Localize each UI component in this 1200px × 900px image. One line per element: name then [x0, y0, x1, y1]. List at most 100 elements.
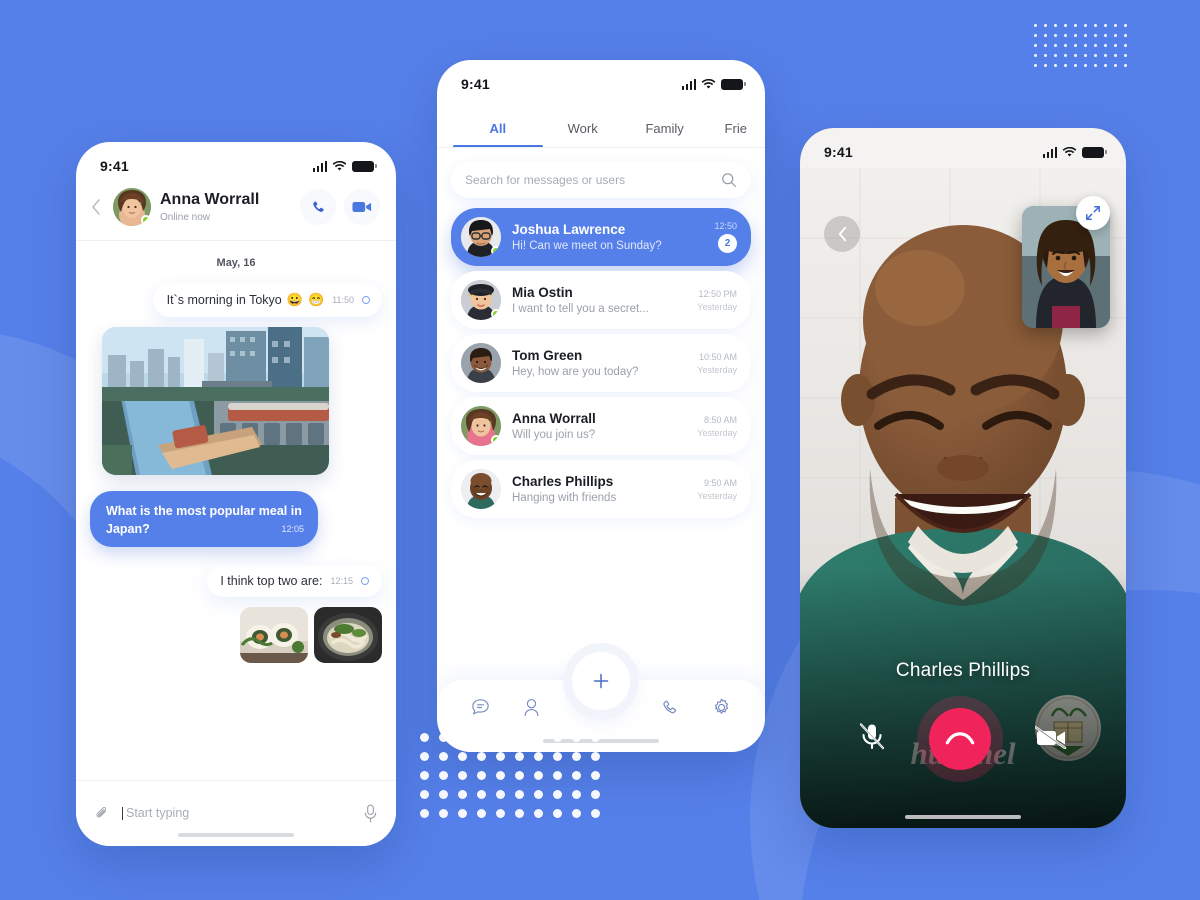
tab-all[interactable]: All [453, 121, 543, 147]
list-item-meta: 10:50 AM Yesterday [697, 352, 737, 375]
phone-chat-list: 9:41 All Work Family Frie Search for mes… [437, 60, 765, 752]
wifi-icon [1062, 146, 1077, 156]
decorative-dot [534, 752, 543, 761]
list-item[interactable]: Joshua Lawrence Hi! Can we meet on Sunda… [451, 208, 751, 266]
search-input[interactable]: Search for messages or users [465, 173, 721, 187]
list-item[interactable]: Mia Ostin I want to tell you a secret...… [451, 271, 751, 329]
message-photo-sushi[interactable] [240, 607, 308, 664]
decorative-dot [420, 752, 429, 761]
decorative-dot [515, 790, 524, 799]
message-text: I think top two are: [220, 574, 323, 589]
decorative-dot [1074, 64, 1077, 67]
avatar-tom [461, 343, 501, 383]
contact-name: Charles Phillips [512, 473, 614, 489]
message-photo-tokyo[interactable] [102, 327, 329, 475]
tab-settings[interactable] [711, 697, 732, 723]
decorative-dot [1034, 44, 1037, 47]
list-item-meta: 12:50 2 [714, 221, 737, 253]
paperclip-icon[interactable] [94, 806, 110, 822]
decorative-dot [1084, 54, 1087, 57]
timestamp: 9:50 AM [703, 477, 737, 488]
decorative-dot [1074, 34, 1077, 37]
decorative-dot [496, 733, 505, 742]
list-item[interactable]: Anna Worrall Will you join us? 8:50 AM Y… [451, 397, 751, 455]
video-off-button[interactable] [1034, 725, 1067, 754]
gear-icon [714, 698, 728, 714]
decorative-dot [572, 809, 581, 818]
tab-family[interactable]: Family [623, 121, 707, 147]
decorative-dot [1044, 44, 1047, 47]
sushi-rolls-image [240, 607, 308, 664]
decorative-dot [477, 809, 486, 818]
emoji-grinning-icon: 😀 [286, 292, 303, 307]
avatar [461, 343, 501, 383]
list-item[interactable]: Charles Phillips Hanging with friends 9:… [451, 460, 751, 518]
list-item[interactable]: Tom Green Hey, how are you today? 10:50 … [451, 334, 751, 392]
message-photo-udon[interactable] [314, 607, 382, 664]
back-button[interactable] [824, 216, 860, 252]
contact-name: Anna Worrall [512, 410, 596, 426]
video-camera-off-icon [1034, 725, 1067, 749]
decorative-dot [572, 733, 581, 742]
video-call-button[interactable] [344, 189, 380, 225]
decorative-dot [534, 809, 543, 818]
status-bar: 9:41 [437, 60, 765, 100]
decorative-dot [496, 771, 505, 780]
decorative-dot [1124, 24, 1127, 27]
decorative-dot [458, 809, 467, 818]
video-camera-icon [352, 202, 372, 212]
expand-button[interactable] [1076, 196, 1110, 230]
caller-name: Charles Phillips [895, 660, 1031, 681]
online-status-dot [491, 435, 501, 445]
battery-icon [352, 160, 377, 172]
new-chat-button[interactable] [572, 652, 630, 710]
message-preview: Hi! Can we meet on Sunday? [512, 240, 662, 253]
person-icon [524, 699, 539, 717]
microphone-muted-icon [859, 722, 885, 749]
tab-contacts[interactable] [522, 697, 541, 723]
day-label: Yesterday [697, 490, 737, 501]
contact-status: Online now [160, 211, 211, 223]
day-label: Yesterday [697, 301, 737, 312]
tab-work[interactable]: Work [543, 121, 623, 147]
decorative-dot [439, 771, 448, 780]
timestamp: 12:50 PM [698, 288, 737, 299]
phone-video-call: 9:41 Charles Phillips [800, 128, 1126, 828]
microphone-icon[interactable] [363, 804, 378, 823]
cellular-signal-icon [681, 78, 696, 90]
list-item-meta: 12:50 PM Yesterday [697, 289, 737, 312]
decorative-dot [1064, 44, 1067, 47]
decorative-dot [1084, 64, 1087, 67]
decorative-dot [1044, 64, 1047, 67]
message-time: 12:15 [330, 576, 353, 587]
timestamp: 10:50 AM [698, 351, 737, 362]
avatar[interactable] [113, 188, 151, 226]
message-input[interactable]: Start typing [122, 806, 351, 821]
tab-friends[interactable]: Frie [707, 121, 766, 147]
mute-button[interactable] [859, 722, 885, 757]
message-preview: Hey, how are you today? [512, 366, 639, 379]
chat-messages: May, 16 It`s morning in Tokyo 😀 😁 11:50 [76, 257, 396, 761]
status-bar: 9:41 [800, 128, 1126, 168]
message-time: 11:50 [332, 295, 354, 305]
decorative-dot [591, 790, 600, 799]
decorative-dot [420, 771, 429, 780]
search-icon[interactable] [721, 172, 737, 188]
search-bar[interactable]: Search for messages or users [451, 162, 751, 198]
chevron-left-icon[interactable] [88, 196, 104, 218]
tab-calls[interactable] [660, 698, 680, 723]
status-time: 9:41 [100, 158, 129, 174]
message-status-icon [362, 296, 370, 304]
plus-icon [593, 673, 609, 689]
voice-call-button[interactable] [300, 189, 336, 225]
decorative-dot [1094, 24, 1097, 27]
decorative-dot [1094, 44, 1097, 47]
decorative-dot [553, 790, 562, 799]
decorative-dot [1114, 24, 1117, 27]
decorative-dot [515, 771, 524, 780]
end-call-button[interactable] [929, 708, 991, 770]
message-preview: Hanging with friends [512, 492, 617, 505]
tab-messages[interactable] [470, 697, 491, 723]
decorative-dot [420, 809, 429, 818]
decorative-dot [591, 771, 600, 780]
